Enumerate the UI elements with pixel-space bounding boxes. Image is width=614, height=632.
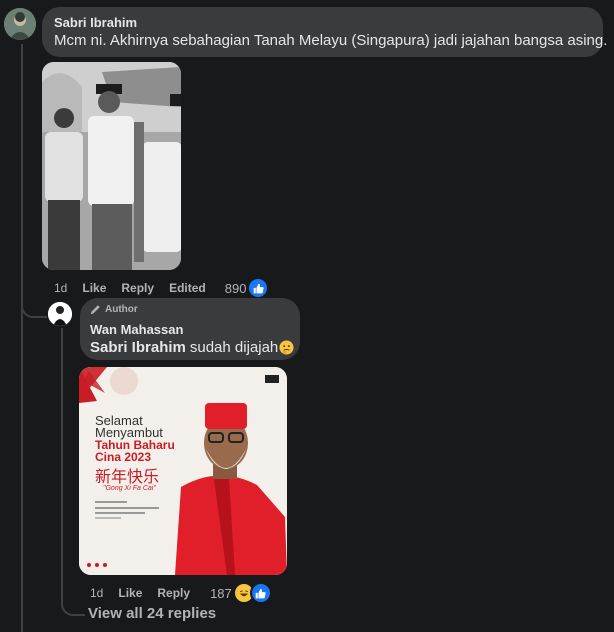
comment-time[interactable]: 1d [54,281,67,295]
reply-reaction-count[interactable]: 187 [210,586,232,601]
pencil-icon [90,304,101,315]
reply-body: sudah dijajah [189,339,279,356]
comment-reaction-count[interactable]: 890 [225,281,247,296]
comment-like-button[interactable]: Like [82,281,106,295]
poster-line4: Cina 2023 [95,450,152,464]
poster-chinese: 新年快乐 [95,467,160,486]
thread-line-curve [21,296,47,318]
reply-author[interactable]: Wan Mahassan [90,322,183,337]
author-badge: Author [90,304,138,315]
reply-like-button[interactable]: Like [118,586,142,600]
comment-bubble: Sabri Ibrahim Mcm ni. Akhirnya sebahagia… [42,7,607,57]
thread-line-curve-view-all [61,596,85,616]
avatar-sabri[interactable] [4,8,36,40]
comment-photo[interactable] [42,62,181,270]
thread-line-reply [61,328,63,598]
view-all-replies-link[interactable]: View all 24 replies [88,605,216,622]
thinking-emoji-icon [279,340,294,355]
author-badge-label: Author [105,304,138,315]
reply-poster-image[interactable]: Selamat Menyambut Tahun Baharu Cina 2023… [79,367,287,575]
poster-footer-icons [87,563,107,567]
avatar-wan[interactable] [48,302,72,326]
reply-actions: 1d Like Reply 187 [90,582,272,604]
comment-actions: 1d Like Reply Edited 890 [54,277,270,299]
reply-bubble: Author Wan Mahassan Sabri Ibrahim sudah … [80,298,300,360]
comment-edited-label[interactable]: Edited [169,281,206,295]
reply-reply-button[interactable]: Reply [157,586,190,600]
thread-line-main [21,44,23,632]
poster-credit-lines [95,501,165,519]
reply-mention[interactable]: Sabri Ibrahim [90,339,186,356]
reply-time[interactable]: 1d [90,586,103,600]
poster-greeting: "Gong Xi Fa Cai" [103,485,156,492]
like-reaction-icon[interactable] [247,277,270,299]
comment-author[interactable]: Sabri Ibrahim [54,15,137,30]
comment-text: Mcm ni. Akhirnya sebahagian Tanah Melayu… [54,32,608,49]
like-reaction-icon-2[interactable] [249,582,272,604]
comment-reply-button[interactable]: Reply [121,281,154,295]
reply-text: Sabri Ibrahim sudah dijajah [90,339,294,356]
